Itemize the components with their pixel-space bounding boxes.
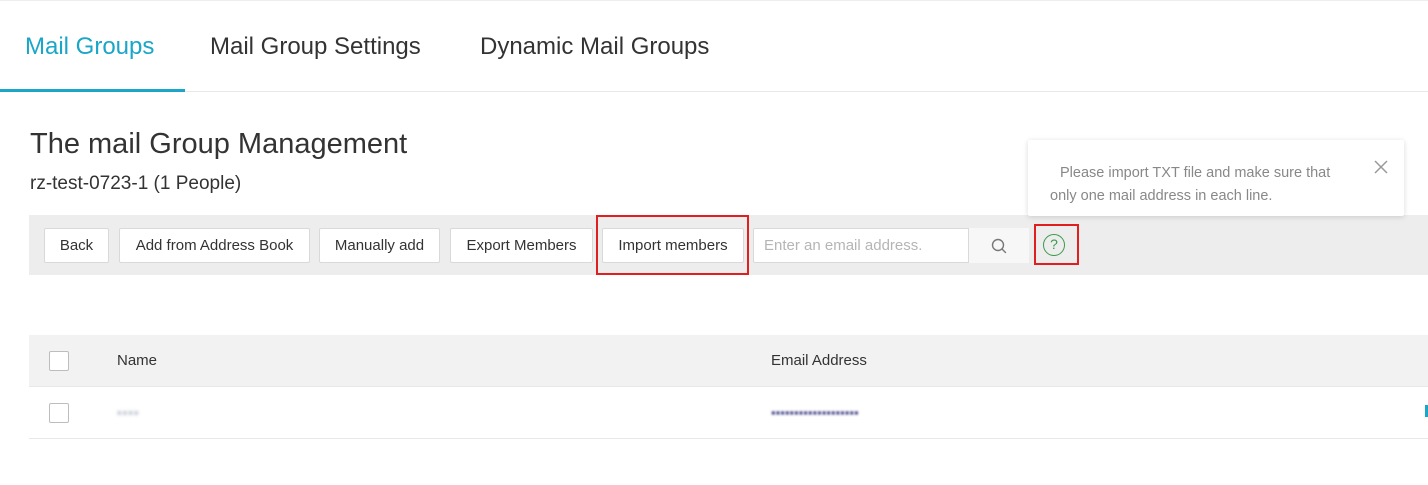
member-name: ▪▪▪▪ <box>117 405 140 420</box>
page-title: The mail Group Management <box>30 128 408 160</box>
email-search <box>753 228 1029 263</box>
back-button[interactable]: Back <box>44 228 109 263</box>
import-members-highlight <box>596 215 749 275</box>
manually-add-button[interactable]: Manually add <box>319 228 440 263</box>
tab-mail-group-settings[interactable]: Mail Group Settings <box>210 1 421 93</box>
search-icon <box>991 238 1007 253</box>
select-all-checkbox[interactable] <box>49 351 69 371</box>
help-icon-highlight <box>1034 224 1079 265</box>
add-from-address-book-button[interactable]: Add from Address Book <box>119 228 310 263</box>
import-help-tooltip: Please import TXT file and make sure tha… <box>1028 140 1404 216</box>
column-header-name: Name <box>117 352 158 369</box>
table-header: Name Email Address <box>29 335 1428 387</box>
tab-mail-groups[interactable]: Mail Groups <box>25 1 154 93</box>
search-button[interactable] <box>968 228 1029 263</box>
tab-dynamic-mail-groups[interactable]: Dynamic Mail Groups <box>480 1 709 93</box>
export-members-button[interactable]: Export Members <box>450 228 593 263</box>
tab-bar: Mail Groups Mail Group Settings Dynamic … <box>0 0 1428 92</box>
row-checkbox[interactable] <box>49 403 69 423</box>
tooltip-text: Please import TXT file and make sure tha… <box>1050 165 1331 204</box>
active-tab-indicator <box>0 89 185 92</box>
email-search-input[interactable] <box>754 229 968 262</box>
member-email: ▪▪▪▪▪▪▪▪▪▪▪▪▪▪▪▪▪▪▪ <box>771 405 859 420</box>
group-summary: rz-test-0723-1 (1 People) <box>30 173 242 194</box>
close-icon[interactable] <box>1372 158 1390 176</box>
table-row: ▪▪▪▪ ▪▪▪▪▪▪▪▪▪▪▪▪▪▪▪▪▪▪▪ <box>29 387 1428 439</box>
column-header-email: Email Address <box>771 352 867 369</box>
